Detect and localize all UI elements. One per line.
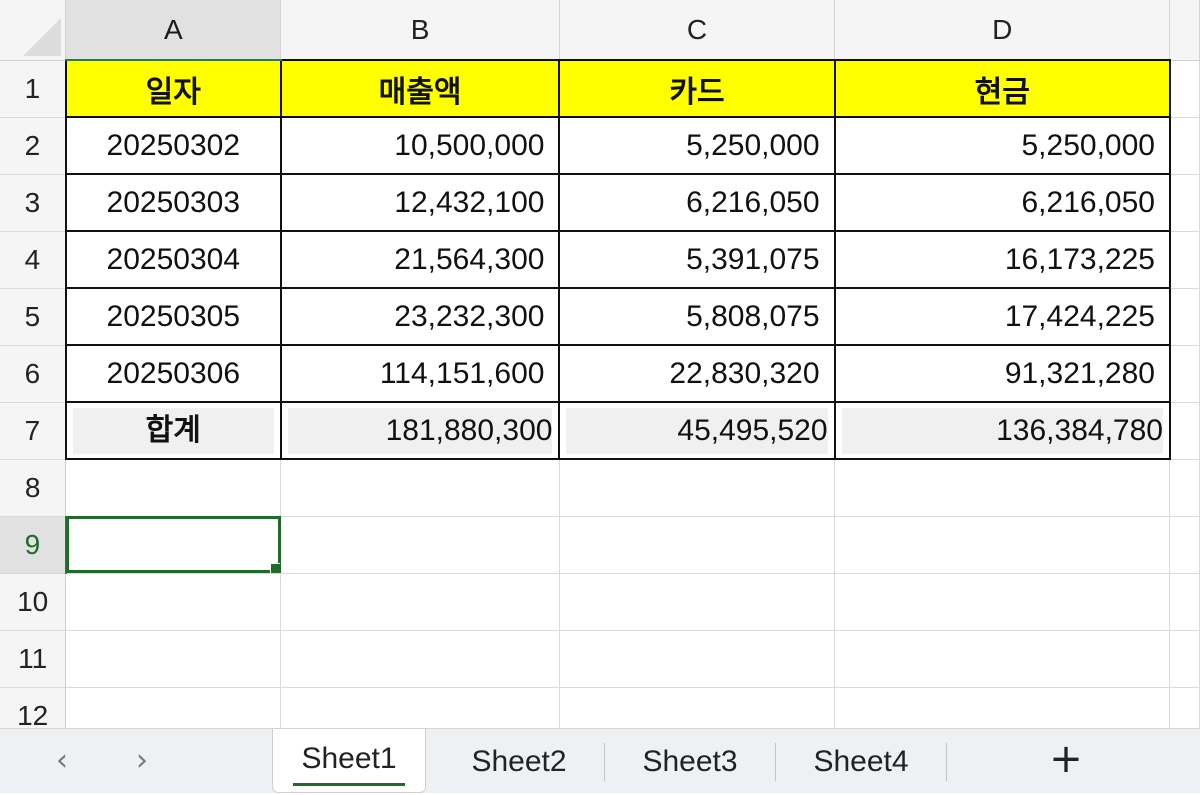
tab-sheet3[interactable]: Sheet3	[605, 729, 775, 792]
cell-e9[interactable]	[1169, 516, 1200, 574]
cell-e3[interactable]	[1169, 174, 1200, 232]
total-label: 합계	[72, 407, 274, 454]
cell-c3[interactable]: 6,216,050	[558, 173, 836, 232]
cell-b11[interactable]	[280, 630, 560, 688]
tab-sheet1[interactable]: Sheet1	[272, 729, 426, 793]
sheet-table: A B C D 1 일자 매출액 카드 현금 2 20250302 10,500…	[0, 0, 1200, 728]
cell-d10[interactable]	[834, 573, 1171, 631]
row-header-9[interactable]: 9	[0, 516, 67, 574]
cell-e12[interactable]	[1169, 687, 1200, 728]
cell-c4[interactable]: 5,391,075	[558, 230, 836, 289]
row-header-4[interactable]: 4	[0, 231, 67, 289]
column-header-c[interactable]: C	[559, 0, 836, 61]
cell-c7[interactable]: 45,495,520	[558, 401, 836, 460]
cell-e1[interactable]	[1169, 60, 1200, 118]
fill-handle[interactable]	[270, 562, 280, 572]
row-header-5[interactable]: 5	[0, 288, 67, 346]
column-header-e[interactable]	[1169, 0, 1200, 61]
cell-d11[interactable]	[834, 630, 1171, 688]
row-header-6[interactable]: 6	[0, 345, 67, 403]
cell-a10[interactable]	[65, 573, 282, 631]
cell-d9[interactable]	[834, 516, 1171, 574]
cell-a11[interactable]	[65, 630, 282, 688]
cell-a2[interactable]: 20250302	[64, 116, 282, 175]
chevron-right-icon[interactable]: ›	[136, 743, 148, 778]
total-sales: 181,880,300	[287, 407, 553, 454]
cell-e11[interactable]	[1169, 630, 1200, 688]
cell-d2[interactable]: 5,250,000	[833, 116, 1171, 175]
cell-b7[interactable]: 181,880,300	[279, 401, 561, 460]
tab-sheet1-label: Sheet1	[301, 742, 397, 775]
cell-b3[interactable]: 12,432,100	[279, 173, 561, 232]
cell-c2[interactable]: 5,250,000	[558, 116, 836, 175]
cell-b8[interactable]	[280, 459, 560, 517]
spreadsheet-grid: A B C D 1 일자 매출액 카드 현금 2 20250302 10,500…	[0, 0, 1200, 728]
add-sheet-button[interactable]: +	[1044, 737, 1088, 781]
column-header-d[interactable]: D	[834, 0, 1171, 61]
cell-b4[interactable]: 21,564,300	[279, 230, 561, 289]
cell-e7[interactable]	[1169, 402, 1200, 460]
tab-sheet2-label: Sheet2	[471, 745, 567, 778]
active-tab-indicator	[293, 783, 405, 786]
cell-d12[interactable]	[834, 687, 1171, 728]
cell-e5[interactable]	[1169, 288, 1200, 346]
row-header-11[interactable]: 11	[0, 630, 67, 688]
column-header-b[interactable]: B	[280, 0, 560, 61]
cell-e10[interactable]	[1169, 573, 1200, 631]
row-header-1[interactable]: 1	[0, 60, 67, 118]
cell-b2[interactable]: 10,500,000	[279, 116, 561, 175]
cell-a1[interactable]: 일자	[64, 59, 282, 118]
cell-b1[interactable]: 매출액	[279, 59, 561, 118]
cell-b5[interactable]: 23,232,300	[279, 287, 561, 346]
cell-a5[interactable]: 20250305	[64, 287, 282, 346]
cell-c10[interactable]	[559, 573, 836, 631]
cell-b9[interactable]	[280, 516, 560, 574]
cell-a12[interactable]	[65, 687, 282, 728]
tab-sheet3-label: Sheet3	[642, 745, 738, 778]
cell-d8[interactable]	[834, 459, 1171, 517]
row-header-10[interactable]: 10	[0, 573, 67, 631]
cell-a7[interactable]: 합계	[64, 401, 282, 460]
cell-a9-selected[interactable]	[65, 516, 282, 574]
total-cash: 136,384,780	[841, 407, 1163, 454]
cell-a3[interactable]: 20250303	[64, 173, 282, 232]
cell-c6[interactable]: 22,830,320	[558, 344, 836, 403]
row-header-7[interactable]: 7	[0, 402, 67, 460]
column-header-a[interactable]: A	[65, 0, 282, 61]
total-card: 45,495,520	[566, 407, 828, 454]
cell-b10[interactable]	[280, 573, 560, 631]
cell-e4[interactable]	[1169, 231, 1200, 289]
cell-a8[interactable]	[65, 459, 282, 517]
cell-b12[interactable]	[280, 687, 560, 728]
row-header-8[interactable]: 8	[0, 459, 67, 517]
select-all-corner[interactable]	[0, 0, 67, 61]
cell-d6[interactable]: 91,321,280	[833, 344, 1171, 403]
cell-b6[interactable]: 114,151,600	[279, 344, 561, 403]
cell-c12[interactable]	[559, 687, 836, 728]
cell-a4[interactable]: 20250304	[64, 230, 282, 289]
tab-sheet4[interactable]: Sheet4	[776, 729, 946, 792]
cell-c5[interactable]: 5,808,075	[558, 287, 836, 346]
cell-c1[interactable]: 카드	[558, 59, 836, 118]
tab-sheet2[interactable]: Sheet2	[434, 729, 604, 792]
cell-c8[interactable]	[559, 459, 836, 517]
row-header-2[interactable]: 2	[0, 117, 67, 175]
tab-sheet4-label: Sheet4	[813, 745, 909, 778]
cell-d7[interactable]: 136,384,780	[833, 401, 1171, 460]
cell-e6[interactable]	[1169, 345, 1200, 403]
cell-e8[interactable]	[1169, 459, 1200, 517]
cell-d4[interactable]: 16,173,225	[833, 230, 1171, 289]
cell-d3[interactable]: 6,216,050	[833, 173, 1171, 232]
sheet-tab-bar: ‹ › Sheet1 Sheet2 Sheet3 Sheet4 +	[0, 728, 1200, 793]
cell-c9[interactable]	[559, 516, 836, 574]
cell-d1[interactable]: 현금	[833, 59, 1171, 118]
tab-divider	[946, 743, 947, 781]
cell-e2[interactable]	[1169, 117, 1200, 175]
chevron-left-icon[interactable]: ‹	[56, 743, 68, 778]
cell-c11[interactable]	[559, 630, 836, 688]
cell-d5[interactable]: 17,424,225	[833, 287, 1171, 346]
row-header-12[interactable]: 12	[0, 687, 67, 728]
cell-a6[interactable]: 20250306	[64, 344, 282, 403]
row-header-3[interactable]: 3	[0, 174, 67, 232]
